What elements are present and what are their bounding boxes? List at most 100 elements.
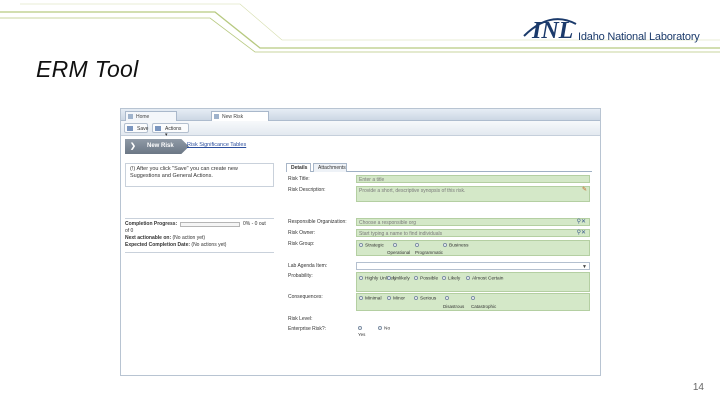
- pencil-icon[interactable]: ✎: [582, 187, 587, 193]
- actions-button[interactable]: Actions ▾: [152, 123, 189, 138]
- tab-new-risk-label: New Risk: [222, 114, 244, 120]
- tab-home-label: Home: [136, 114, 150, 120]
- divider: [125, 252, 274, 253]
- completion-progress-text-cont: of 0: [125, 228, 134, 234]
- probability-option-likely[interactable]: Likely: [442, 276, 460, 282]
- risk-significance-tables-link[interactable]: Risk Significance Tables: [187, 142, 246, 148]
- consequences-option-catastrophic-radio[interactable]: [471, 296, 477, 302]
- radio-icon: [414, 296, 418, 300]
- app-tab-bar: Home New Risk: [121, 109, 600, 121]
- responsible-org-placeholder: Choose a responsible org: [359, 220, 416, 226]
- info-icon: (!): [130, 166, 136, 172]
- risk-description-label: Risk Description:: [288, 187, 326, 193]
- home-tab-icon: [128, 114, 133, 119]
- radio-icon: [442, 276, 446, 280]
- completion-progress-text: 0% - 0 out: [243, 221, 266, 227]
- risk-owner-input[interactable]: Start typing a name to find individuals …: [356, 229, 590, 237]
- risk-owner-row: Risk Owner: Start typing a name to find …: [286, 229, 592, 239]
- radio-icon: [359, 276, 363, 280]
- consequences-row: Consequences: Minimal Minor Serious Disa…: [286, 293, 592, 311]
- risk-group-option-strategic[interactable]: Strategic: [359, 243, 384, 249]
- risk-title-label: Risk Title:: [288, 176, 310, 182]
- probability-label: Probability:: [288, 273, 313, 279]
- radio-icon: [414, 276, 418, 280]
- enterprise-risk-option-no[interactable]: No: [378, 326, 390, 332]
- slide-title: ERM Tool: [36, 56, 139, 82]
- risk-title-row: Risk Title: Enter a title: [286, 175, 592, 185]
- risk-description-input[interactable]: Provide a short, descriptive synopsis of…: [356, 186, 590, 202]
- risk-group-option-programmatic-radio[interactable]: [415, 243, 421, 249]
- risk-form: Details Attachments Risk Title: Enter a …: [286, 163, 592, 375]
- erm-app-window: Home New Risk Save Actions ▾ ❯ New Risk …: [120, 108, 601, 376]
- enterprise-risk-option-yes-radio[interactable]: [358, 326, 364, 332]
- probability-row: Probability: Highly Unlikely Unlikely Po…: [286, 272, 592, 292]
- radio-icon: [378, 326, 382, 330]
- page-number: 14: [692, 382, 704, 393]
- consequences-option-disastrous-radio[interactable]: [445, 296, 451, 302]
- save-icon: [127, 126, 133, 131]
- risk-title-input[interactable]: Enter a title: [356, 175, 590, 183]
- progress-panel: Completion Progress: 0% - 0 out of 0 Nex…: [125, 221, 274, 249]
- tab-home[interactable]: Home: [125, 111, 177, 121]
- tab-details[interactable]: Details: [286, 163, 311, 172]
- radio-icon: [387, 276, 391, 280]
- app-toolbar: Save Actions ▾: [121, 121, 600, 138]
- next-action-value: (No action yet): [172, 235, 206, 241]
- tab-attachments[interactable]: Attachments: [313, 163, 347, 172]
- completion-progress-bar: [180, 222, 240, 227]
- risk-group-label: Risk Group:: [288, 241, 315, 247]
- risk-group-options: Strategic Business Operational Programma…: [356, 240, 590, 256]
- consequences-option-minimal[interactable]: Minimal: [359, 296, 382, 302]
- save-button-label: Save: [137, 126, 149, 132]
- probability-options: Highly Unlikely Unlikely Possible Likely…: [356, 272, 590, 292]
- risk-description-row: Risk Description: Provide a short, descr…: [286, 186, 592, 204]
- consequences-option-minor[interactable]: Minor: [387, 296, 405, 302]
- logo-name: Idaho National Laboratory: [578, 31, 700, 43]
- lab-agenda-label: Lab Agenda Item:: [288, 263, 328, 269]
- radio-icon: [359, 243, 363, 247]
- probability-option-possible[interactable]: Possible: [414, 276, 438, 282]
- risk-level-row: Risk Level:: [286, 315, 592, 323]
- chevron-down-icon: ▼: [582, 264, 587, 270]
- risk-level-label: Risk Level:: [288, 316, 313, 322]
- consequences-option-disastrous-label: Disastrous: [443, 304, 465, 309]
- inl-logo: INL Idaho National Laboratory: [520, 14, 700, 50]
- risk-description-placeholder: Provide a short, descriptive synopsis of…: [359, 188, 466, 194]
- lab-agenda-row: Lab Agenda Item: ▼: [286, 262, 592, 272]
- radio-icon: [445, 296, 449, 300]
- search-icon[interactable]: ⚲✕: [577, 219, 586, 225]
- responsible-org-input[interactable]: Choose a responsible org ⚲✕: [356, 218, 590, 226]
- expected-completion-label: Expected Completion Date:: [125, 242, 191, 248]
- wizard-step-label: New Risk: [147, 143, 174, 149]
- divider: [125, 218, 274, 219]
- chevron-down-icon: ▾: [165, 132, 168, 138]
- expected-completion-value: (No actions yet): [191, 242, 227, 248]
- radio-icon: [358, 326, 362, 330]
- document-tab-icon: [214, 114, 219, 119]
- next-action-label: Next actionable on:: [125, 235, 172, 241]
- enterprise-risk-option-yes-label: Yes: [358, 332, 366, 337]
- responsible-org-row: Responsible Organization: Choose a respo…: [286, 218, 592, 228]
- logo-mark: INL: [532, 18, 574, 44]
- consequences-options: Minimal Minor Serious Disastrous Catastr…: [356, 293, 590, 311]
- risk-title-placeholder: Enter a title: [359, 177, 385, 183]
- probability-option-almost-certain[interactable]: Almost Certain: [466, 276, 503, 282]
- risk-group-option-business[interactable]: Business: [443, 243, 468, 249]
- tab-new-risk[interactable]: New Risk: [211, 111, 269, 121]
- save-button[interactable]: Save: [124, 123, 148, 133]
- responsible-org-label: Responsible Organization:: [288, 219, 347, 225]
- probability-option-unlikely[interactable]: Unlikely: [387, 276, 410, 282]
- risk-group-option-operational-radio[interactable]: [393, 243, 399, 249]
- radio-icon: [471, 296, 475, 300]
- radio-icon: [443, 243, 447, 247]
- lab-agenda-select[interactable]: ▼: [356, 262, 590, 270]
- radio-icon: [387, 296, 391, 300]
- consequences-label: Consequences:: [288, 294, 323, 300]
- consequences-option-serious[interactable]: Serious: [414, 296, 436, 302]
- radio-icon: [359, 296, 363, 300]
- risk-owner-label: Risk Owner:: [288, 230, 316, 236]
- risk-group-option-operational-label: Operational: [387, 250, 411, 255]
- enterprise-risk-label: Enterprise Risk?:: [288, 326, 327, 332]
- search-icon[interactable]: ⚲✕: [577, 230, 586, 236]
- form-tab-bar: Details Attachments: [286, 163, 592, 172]
